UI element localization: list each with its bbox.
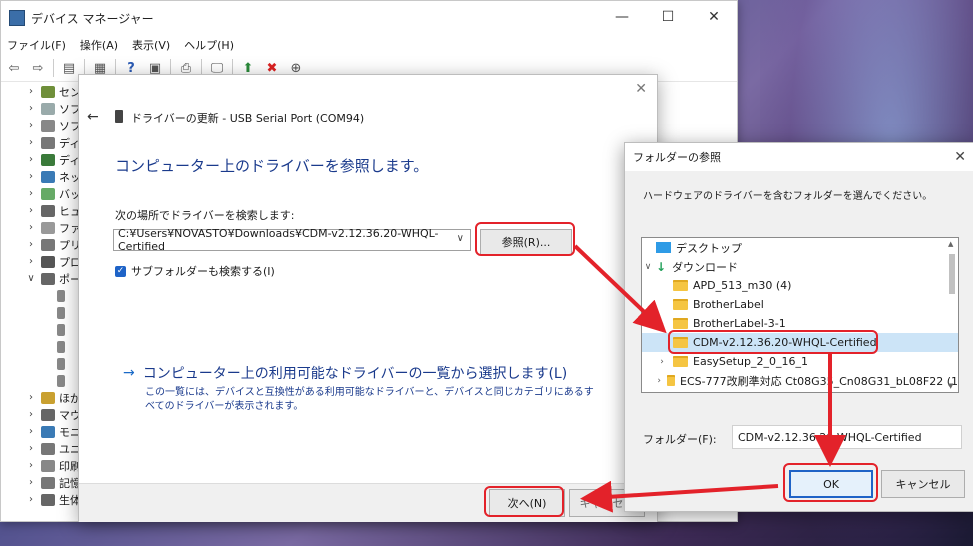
arrow-ok-to-next — [580, 480, 779, 513]
arrow-browse-to-folder — [573, 244, 667, 334]
annotation-arrows — [573, 244, 846, 513]
